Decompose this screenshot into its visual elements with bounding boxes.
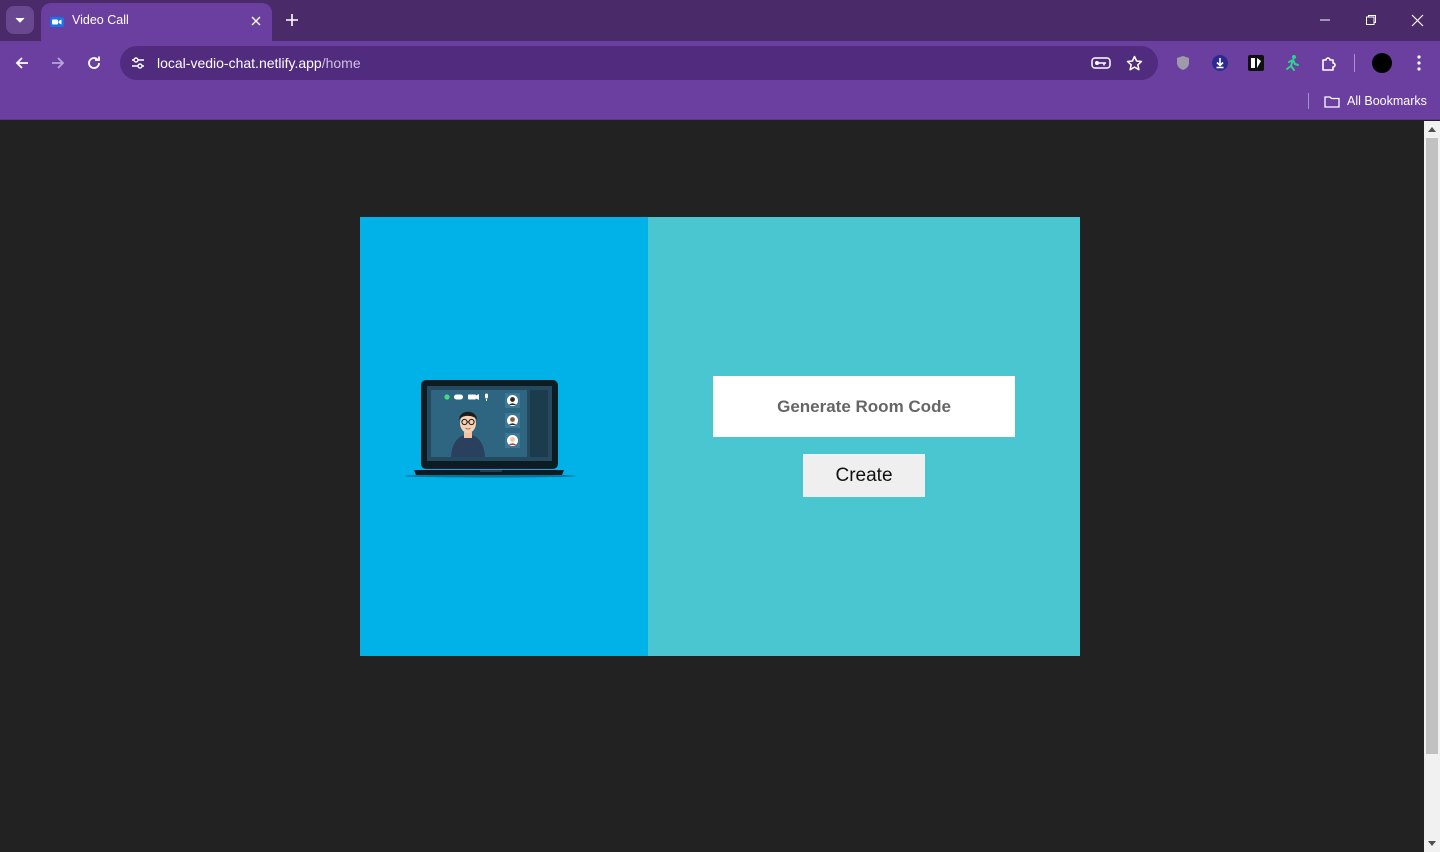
minimize-icon [1320,19,1330,21]
bookmarks-divider [1308,93,1309,109]
tab-search-button[interactable] [6,6,34,34]
bookmark-star-button[interactable] [1124,53,1144,73]
address-bar[interactable]: local-vedio-chat.netlify.app/home [120,46,1158,80]
shield-icon [1177,56,1189,70]
restore-icon [1366,15,1376,25]
page-scrollbar[interactable] [1424,121,1440,852]
browser-toolbar: local-vedio-chat.netlify.app/home [0,41,1440,86]
all-bookmarks-button[interactable]: All Bookmarks [1324,91,1427,111]
new-tab-button[interactable] [281,9,303,31]
all-bookmarks-label: All Bookmarks [1347,94,1427,108]
profile-avatar[interactable] [1370,51,1394,75]
extension-shield[interactable] [1172,52,1194,74]
restore-button[interactable] [1351,5,1391,35]
forward-button[interactable] [44,49,72,77]
url-path: /home [321,55,361,71]
room-form-panel: Create [648,217,1080,656]
extensions-menu-button[interactable] [1318,52,1340,74]
scroll-thumb[interactable] [1426,138,1438,754]
site-info-button[interactable] [128,53,148,73]
url-text: local-vedio-chat.netlify.app/home [157,55,361,71]
chevron-down-icon [15,17,25,23]
scroll-up-arrow-icon[interactable] [1428,127,1436,132]
folder-icon [1324,95,1340,108]
more-vertical-icon [1417,55,1421,71]
scroll-down-arrow-icon[interactable] [1428,841,1436,846]
page-viewport: Create [0,121,1424,852]
arrow-left-icon [15,57,28,69]
runner-icon [1286,55,1299,71]
url-host: local-vedio-chat.netlify.app [157,55,322,71]
key-icon [1091,57,1111,69]
reload-icon [88,56,100,69]
create-button[interactable]: Create [803,454,925,497]
bookmarks-bar: All Bookmarks [0,86,1440,120]
avatar-icon [1372,53,1392,73]
room-code-input[interactable] [713,376,1015,437]
arrow-right-icon [52,57,65,69]
extension-downloader[interactable] [1209,52,1231,74]
tune-icon [132,57,144,69]
extension-reader[interactable] [1245,52,1267,74]
tab-active[interactable]: Video Call [41,3,272,41]
extension-runner[interactable] [1281,52,1303,74]
back-button[interactable] [8,49,36,77]
tab-strip: Video Call [0,0,1440,41]
minimize-button[interactable] [1305,5,1345,35]
video-camera-icon [50,17,64,27]
reload-button[interactable] [80,49,108,77]
book-icon [1248,55,1264,71]
browser-menu-button[interactable] [1408,52,1430,74]
window-close-button[interactable] [1397,5,1437,35]
plus-icon [286,14,298,26]
laptop-video-call-illustration [404,380,576,478]
star-icon [1126,55,1142,70]
illustration-panel [360,217,648,656]
tab-title: Video Call [72,13,129,27]
video-call-card: Create [360,217,1080,656]
toolbar-divider [1354,54,1355,72]
password-key-button[interactable] [1091,53,1111,73]
close-icon [251,16,261,26]
tab-close-button[interactable] [247,12,265,30]
close-icon [1411,14,1423,26]
download-icon [1212,55,1228,71]
puzzle-icon [1322,57,1336,71]
